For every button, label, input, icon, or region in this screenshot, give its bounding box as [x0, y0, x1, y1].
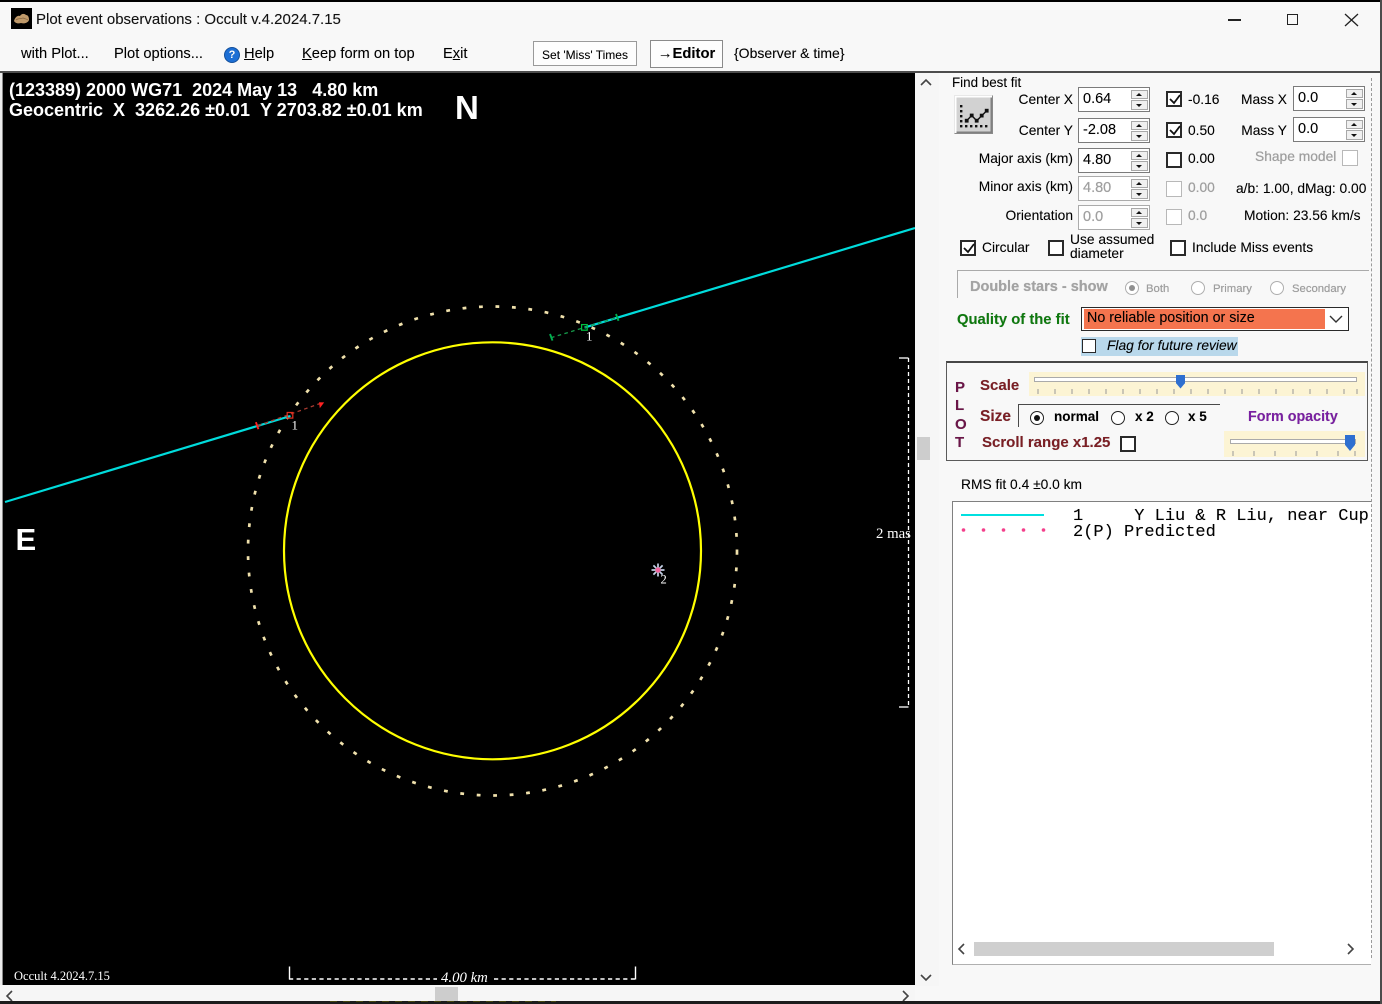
svg-text:1: 1 — [292, 418, 299, 433]
svg-text:1: 1 — [586, 329, 593, 344]
svg-text:Occult 4.2024.7.15: Occult 4.2024.7.15 — [14, 969, 110, 983]
svg-text:(123389) 2000 WG71 2024 May 1: (123389) 2000 WG71 2024 May 13 4.80 km — [9, 80, 378, 100]
svg-text:2 mas: 2 mas — [876, 526, 911, 542]
svg-text:N: N — [455, 89, 479, 126]
svg-text:Geocentric X 3262.26 ±0.01: Geocentric X 3262.26 ±0.01 Y 2703.82 ±0.… — [9, 100, 423, 120]
svg-text:E: E — [16, 522, 37, 557]
svg-text:4.00 km: 4.00 km — [441, 970, 488, 986]
svg-text:2: 2 — [661, 573, 667, 587]
